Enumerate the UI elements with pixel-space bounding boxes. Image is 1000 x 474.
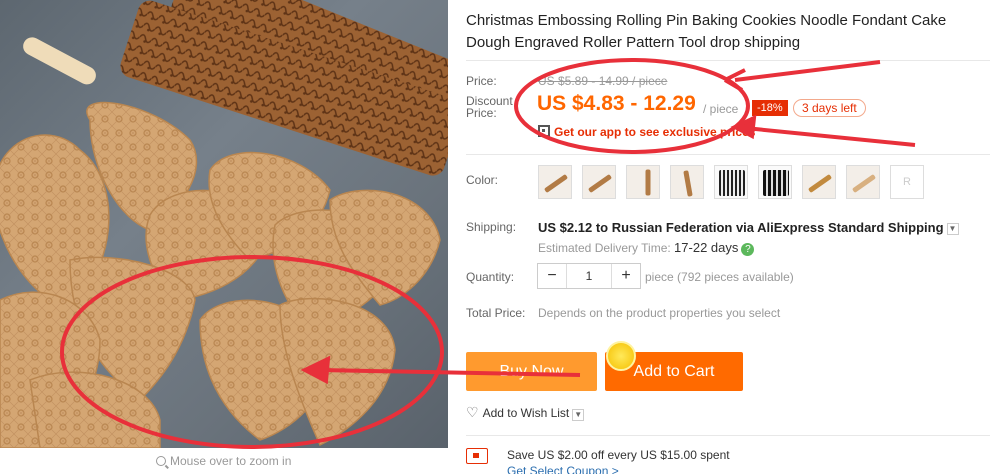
help-icon[interactable]: ? [741, 243, 755, 256]
coupon-text: Save US $2.00 off every US $15.00 spent [507, 448, 730, 462]
get-coupon-link[interactable]: Get Select Coupon > [507, 464, 619, 474]
annotation-arrow [744, 126, 916, 147]
product-photo-illustration [0, 0, 448, 448]
discount-badge: -18% [752, 100, 788, 116]
color-label: Color: [466, 173, 499, 187]
annotation-arrow-head [723, 68, 746, 92]
product-image[interactable] [0, 0, 448, 448]
color-swatch[interactable] [670, 165, 704, 199]
magnifier-icon [156, 456, 166, 466]
buy-now-button[interactable]: Buy Now [466, 352, 597, 391]
time-left-badge: 3 days left [793, 99, 866, 117]
quantity-stepper: − 1 + [537, 263, 641, 289]
zoom-hint: Mouse over to zoom in [156, 454, 291, 468]
color-swatch[interactable] [538, 165, 572, 199]
color-swatch[interactable] [846, 165, 880, 199]
coupon-icon [466, 448, 488, 464]
product-title: Christmas Embossing Rolling Pin Baking C… [466, 12, 947, 51]
per-unit-label: / piece [703, 102, 739, 116]
shipping-method[interactable]: US $2.12 to Russian Federation via AliEx… [538, 220, 959, 235]
color-swatch[interactable] [626, 165, 660, 199]
delivery-time: Estimated Delivery Time: 17-22 days? [538, 240, 755, 256]
chevron-down-icon[interactable]: ▼ [946, 222, 959, 235]
app-promo-link[interactable]: Get our app to see exclusive prices [538, 124, 755, 139]
color-swatch[interactable] [714, 165, 748, 199]
divider [466, 435, 990, 436]
divider [466, 60, 990, 61]
color-swatch-list: R [538, 165, 924, 199]
quantity-input[interactable]: 1 [566, 264, 612, 288]
add-to-wishlist[interactable]: ♡ Add to Wish List ▼ [466, 404, 585, 421]
price-label: Price: [466, 74, 497, 88]
discount-price: US $4.83 - 12.29 [537, 92, 696, 115]
increase-quantity-button[interactable]: + [612, 264, 640, 288]
color-swatch[interactable] [802, 165, 836, 199]
divider [466, 154, 990, 155]
quantity-label: Quantity: [466, 270, 515, 284]
color-swatch[interactable] [582, 165, 616, 199]
discount-price-label: Discount Price: [466, 94, 513, 120]
coin-icon [606, 341, 636, 371]
color-swatch[interactable] [758, 165, 792, 199]
chevron-down-icon[interactable]: ▼ [572, 409, 585, 421]
original-price: US $5.89 - 14.99 / piece [538, 74, 668, 88]
total-price-note: Depends on the product properties you se… [538, 306, 781, 320]
heart-icon: ♡ [466, 404, 479, 420]
total-price-label: Total Price: [466, 306, 526, 320]
decrease-quantity-button[interactable]: − [538, 264, 566, 288]
qr-code-icon [538, 125, 550, 137]
color-swatch-more[interactable]: R [890, 165, 924, 199]
stock-info: piece (792 pieces available) [645, 270, 794, 284]
shipping-label: Shipping: [466, 220, 517, 234]
annotation-arrow [734, 60, 881, 82]
